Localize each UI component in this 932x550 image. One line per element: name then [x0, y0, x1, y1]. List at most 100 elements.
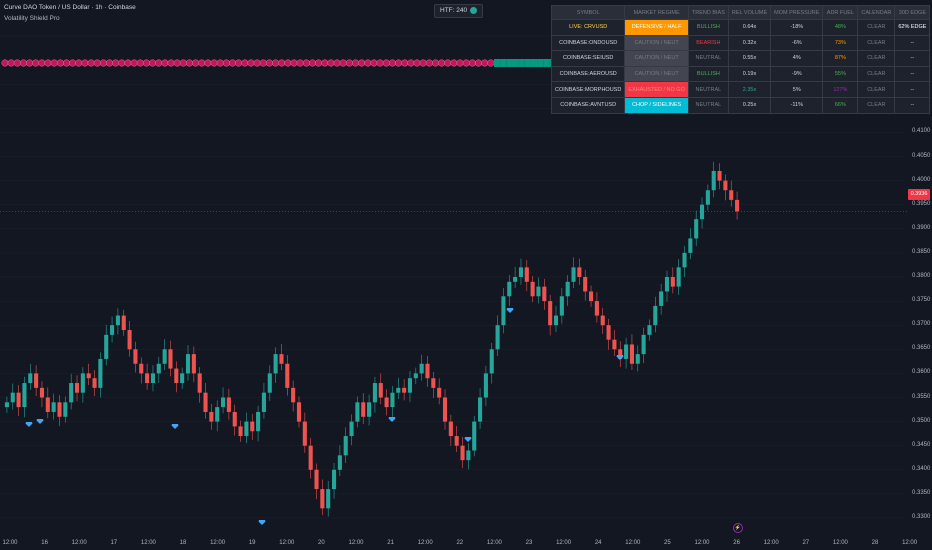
price-axis-label: 0.3950	[912, 200, 931, 207]
screener-row: COINBASE:AVNTUSD CHOP / SIDELINES NEUTRAL 0…	[550, 96, 931, 114]
screener-cell: 73%	[822, 34, 859, 52]
regime-band-mark	[376, 59, 384, 67]
candle-body	[215, 407, 220, 422]
screener-cell: COINBASE:AVNTUSD	[550, 96, 626, 114]
candle-body	[174, 368, 179, 384]
screener-cell: EXHAUSTED / NO GO	[624, 81, 689, 98]
regime-band-mark	[167, 59, 175, 67]
regime-band-mark	[241, 59, 249, 67]
candle-body	[723, 180, 728, 191]
candle-body	[711, 170, 716, 191]
regime-band-mark	[173, 59, 181, 67]
regime-band-mark	[512, 59, 519, 67]
screener-cell: --	[894, 50, 931, 67]
regime-band-mark	[370, 59, 378, 67]
screener-cell: 48%	[822, 19, 859, 36]
regime-band-mark	[278, 59, 286, 67]
candle-body	[267, 373, 272, 393]
column-header: REL VOLUME	[727, 5, 772, 20]
screener-cell: 0.19x	[727, 65, 772, 83]
candle-body	[133, 349, 138, 364]
candle-body	[45, 397, 50, 412]
screener-cell: CLEAR	[857, 96, 896, 114]
regime-band-mark	[259, 59, 267, 67]
candle-body	[302, 421, 307, 446]
price-axis-label: 0.4100	[912, 128, 931, 135]
candle-body	[513, 277, 518, 282]
price-axis-label: 0.3900	[912, 224, 931, 231]
regime-band-mark	[352, 59, 360, 67]
regime-band-mark	[106, 59, 114, 67]
candle-body	[507, 281, 512, 297]
regime-band-mark	[222, 59, 230, 67]
screener-cell: --	[894, 65, 931, 83]
candle-body	[308, 445, 313, 470]
candle-body	[372, 383, 377, 403]
candle-body	[209, 411, 214, 422]
candle-body	[226, 397, 231, 412]
screener-cell: COINBASE:ONDOUSD	[550, 34, 626, 52]
candle-body	[326, 489, 331, 509]
candle-body	[115, 315, 120, 326]
column-header: SYMBOL	[550, 5, 626, 20]
candle-body	[419, 363, 424, 374]
time-axis-label: 12:00	[140, 540, 156, 546]
candle-body	[472, 421, 477, 451]
regime-band-mark	[69, 59, 77, 67]
price-axis-label: 0.3450	[912, 441, 931, 448]
regime-band-mark	[216, 59, 224, 67]
diamond-signal-icon	[258, 520, 266, 525]
candle-body	[238, 426, 243, 437]
candle-body	[442, 397, 448, 422]
screener-cell: 66%	[822, 96, 859, 114]
regime-band-mark	[272, 59, 280, 67]
candle-body	[86, 373, 91, 379]
regime-band-mark	[142, 59, 150, 67]
candle-body	[589, 291, 594, 302]
candle-body	[571, 267, 576, 282]
screener-cell: 0.32x	[727, 34, 772, 52]
candle-body	[466, 450, 471, 461]
candle-body	[256, 411, 261, 432]
candle-body	[98, 358, 103, 388]
time-axis-label: 12:00	[2, 540, 18, 546]
time-axis-label: 28	[871, 540, 879, 546]
diamond-signal-icon	[25, 422, 33, 427]
candle-body	[10, 392, 15, 403]
screener-cell: 2.35x	[727, 81, 772, 98]
htf-badge[interactable]: HTF: 240	[434, 4, 484, 18]
indicator-name[interactable]: Volatility Shield Pro	[4, 13, 136, 24]
screener-cell: -18%	[770, 19, 824, 36]
regime-band-mark	[432, 59, 440, 67]
regime-band-mark	[419, 59, 427, 67]
regime-band-mark	[56, 59, 64, 67]
tradingview-replay-icon[interactable]: ⚡	[733, 523, 743, 533]
candle-body	[705, 190, 710, 205]
chart-header: Curve DAO Token / US Dollar · 1h · Coinb…	[4, 2, 136, 24]
time-axis-label: 12:00	[694, 540, 710, 546]
candle-body	[355, 402, 360, 422]
screener-cell: 0.25x	[727, 96, 772, 114]
regime-band-mark	[32, 59, 40, 67]
time-axis-label: 12:00	[417, 540, 433, 546]
screener-cell: CLEAR	[857, 81, 896, 98]
screener-cell: 0.55x	[727, 50, 772, 67]
candle-body	[524, 267, 529, 282]
column-header: TREND BIAS	[687, 5, 729, 20]
candle-body	[285, 363, 290, 388]
candle-body	[659, 291, 664, 306]
time-axis-label: 25	[664, 540, 671, 546]
candle-body	[320, 489, 325, 509]
candle-body	[670, 277, 675, 287]
candle-body	[349, 421, 354, 437]
screener-header-row: SYMBOL MARKET REGIME TREND BIAS REL VOLUME M…	[550, 5, 931, 20]
candle-body	[139, 363, 144, 374]
regime-band-mark	[543, 59, 550, 67]
regime-band-mark	[407, 59, 415, 67]
symbol-title[interactable]: Curve DAO Token / US Dollar · 1h · Coinb…	[4, 2, 136, 13]
regime-band-mark	[210, 59, 218, 67]
regime-band-mark	[530, 59, 538, 67]
candle-body	[221, 397, 226, 408]
candle-body	[518, 267, 523, 277]
candle-body	[548, 301, 553, 326]
